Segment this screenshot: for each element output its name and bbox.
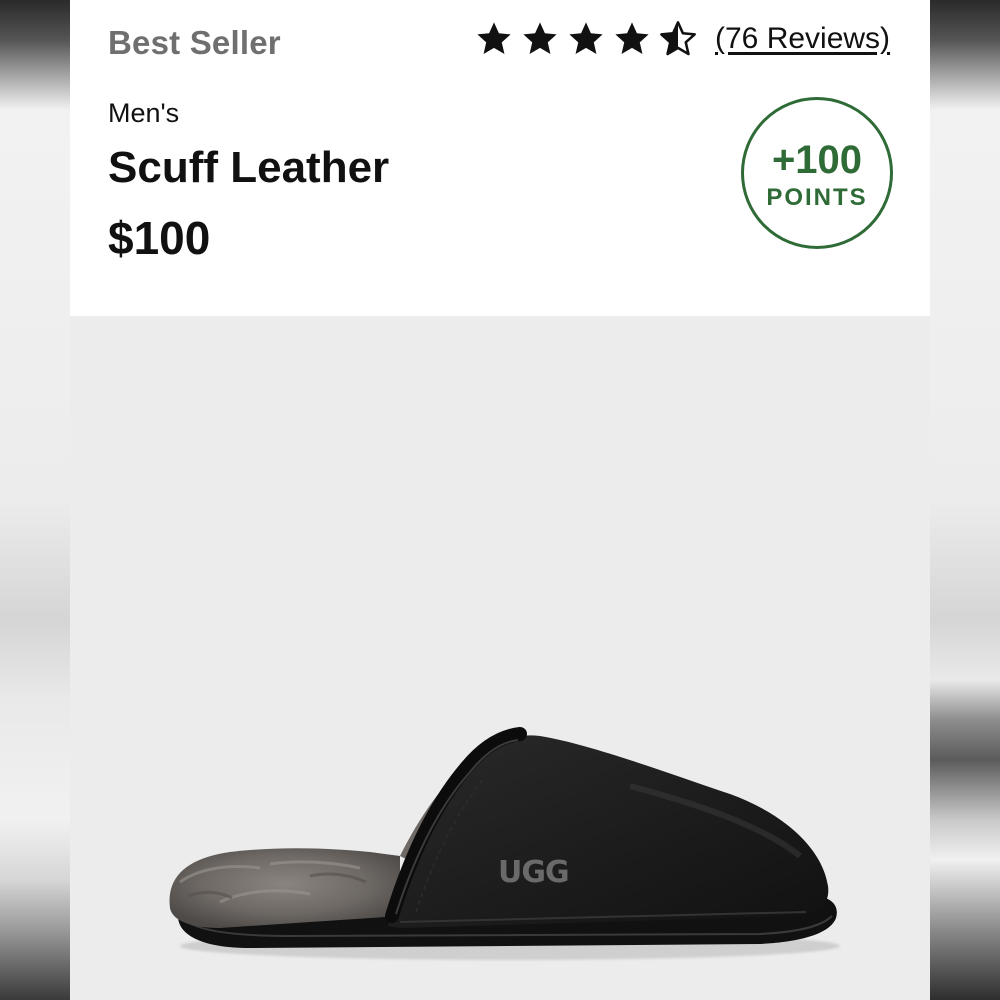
reviews-link[interactable]: (76 Reviews)	[715, 22, 890, 56]
points-badge: +100 POINTS	[741, 97, 893, 249]
slipper-image: UGG	[169, 727, 840, 960]
blurred-background-left	[0, 0, 70, 1000]
product-card: Best Seller (76 Reviews) Men's Scuff Lea…	[70, 0, 930, 1000]
star-full-icon	[523, 22, 557, 55]
star-half-icon	[660, 21, 696, 56]
product-name: Scuff Leather	[108, 143, 390, 192]
rating: (76 Reviews)	[475, 20, 890, 58]
product-info-panel: Best Seller (76 Reviews) Men's Scuff Lea…	[70, 0, 930, 316]
star-rating	[475, 20, 697, 58]
star-full-icon	[569, 22, 603, 55]
points-label: POINTS	[766, 184, 868, 211]
points-amount: +100	[771, 138, 863, 182]
product-gender: Men's	[108, 98, 180, 128]
product-price: $100	[108, 212, 211, 264]
star-full-icon	[477, 22, 511, 55]
product-image[interactable]: UGG	[70, 316, 930, 1000]
blurred-background-right	[930, 0, 1000, 1000]
star-full-icon	[615, 22, 649, 55]
screenshot-stage: Best Seller (76 Reviews) Men's Scuff Lea…	[0, 0, 1000, 1000]
best-seller-tag: Best Seller	[108, 24, 281, 61]
ugg-logo: UGG	[498, 855, 569, 890]
